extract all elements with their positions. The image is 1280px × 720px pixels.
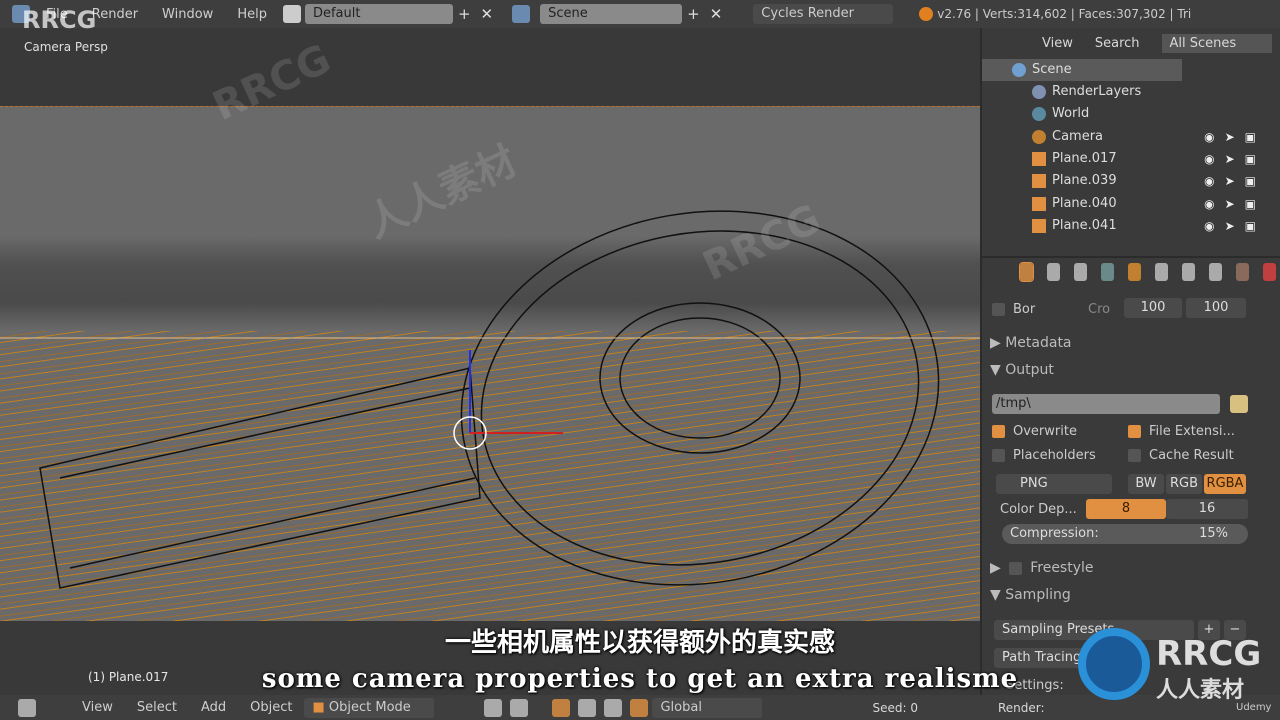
visibility-icons[interactable]: ◉➤▣ <box>1204 215 1266 237</box>
orientation-select[interactable]: Global <box>652 697 763 718</box>
overwrite-checkbox[interactable]: Overwrite <box>992 424 1077 439</box>
menu-select[interactable]: Select <box>125 700 189 715</box>
layout-icon[interactable] <box>282 5 301 23</box>
outliner-item-plane039[interactable]: Plane.039 ◉➤▣ <box>982 170 1280 192</box>
properties-tabs <box>982 258 1280 286</box>
constraints-tab-icon[interactable] <box>1155 263 1168 281</box>
menu-view[interactable]: View <box>70 700 125 715</box>
crop-label: Cro <box>1088 302 1111 317</box>
menu-add[interactable]: Add <box>189 700 238 715</box>
remove-layout-button[interactable]: ✕ <box>476 5 499 23</box>
outliner-item-renderlayers[interactable]: RenderLayers <box>982 81 1280 103</box>
visibility-icons[interactable]: ◉➤▣ <box>1204 170 1266 192</box>
remove-scene-button[interactable]: ✕ <box>705 5 728 23</box>
object-tab-icon[interactable] <box>1128 263 1141 281</box>
cache-result-checkbox[interactable]: Cache Result <box>1128 448 1234 463</box>
depth-16-button[interactable]: 16 <box>1166 499 1248 519</box>
time-remap-old[interactable]: 100 <box>1124 298 1182 318</box>
sampling-panel-header[interactable]: ▼ Sampling <box>990 587 1071 603</box>
rotate-icon[interactable] <box>604 698 623 717</box>
menu-file[interactable]: File <box>34 7 80 22</box>
viewport-title: Camera Persp <box>24 40 108 54</box>
menu-object[interactable]: Object <box>238 700 304 715</box>
file-format-select[interactable]: PNG <box>996 474 1112 494</box>
color-depth-label: Color Dep... <box>1000 502 1077 517</box>
outliner-display-select[interactable]: All Scenes <box>1161 33 1272 53</box>
border-checkbox[interactable] <box>992 303 1005 316</box>
manipulator-icon[interactable] <box>552 698 571 717</box>
compression-slider[interactable]: Compression: 15% <box>1002 524 1248 544</box>
visibility-icons[interactable]: ◉➤▣ <box>1204 148 1266 170</box>
outliner-item-world[interactable]: World <box>982 103 1280 125</box>
add-scene-button[interactable]: + <box>682 5 705 23</box>
scale-icon[interactable] <box>630 698 649 717</box>
add-layout-button[interactable]: + <box>453 5 476 23</box>
outliner-item-plane017[interactable]: Plane.017 ◉➤▣ <box>982 148 1280 170</box>
editor-type-icon[interactable] <box>18 698 36 717</box>
render-tab-icon[interactable] <box>1019 262 1034 282</box>
output-panel-header[interactable]: ▼ Output <box>990 362 1054 378</box>
translate-icon[interactable] <box>578 698 597 717</box>
metadata-panel-header[interactable]: ▶ Metadata <box>990 335 1072 351</box>
rrcg-logo-text: RRCG <box>1156 634 1262 674</box>
3d-cursor <box>771 447 793 469</box>
rgb-button[interactable]: RGB <box>1166 474 1202 494</box>
output-path-input[interactable]: /tmp\ <box>992 394 1220 414</box>
folder-icon[interactable] <box>1230 395 1248 413</box>
menu-window[interactable]: Window <box>150 7 225 22</box>
top-menu-bar: File Render Window Help Default + ✕ Scene… <box>0 0 1280 28</box>
info-icon[interactable] <box>12 5 30 23</box>
outliner-item-plane041[interactable]: Plane.041 ◉➤▣ <box>982 215 1280 237</box>
freestyle-panel-header[interactable]: ▶ Freestyle <box>990 560 1094 576</box>
mode-select[interactable]: ■ Object Mode <box>304 697 435 718</box>
outliner-item-camera[interactable]: Camera ◉➤▣ <box>982 126 1280 148</box>
3d-viewport[interactable]: Camera Persp (1) Plane.017 <box>0 28 980 695</box>
viewport-header: View Select Add Object ■ Object Mode Glo… <box>0 695 1280 720</box>
rrcg-logo-cn: 人人素材 <box>1156 678 1245 703</box>
pivot-icon[interactable] <box>510 698 529 717</box>
seed-field[interactable]: Seed: 0 <box>872 701 918 715</box>
visibility-icons[interactable]: ◉➤▣ <box>1204 193 1266 215</box>
menu-help[interactable]: Help <box>225 7 279 22</box>
time-remap-new[interactable]: 100 <box>1186 298 1246 318</box>
udemy-logo: Udemy <box>1236 702 1272 713</box>
border-label: Bor <box>1013 302 1036 317</box>
outliner-search-menu[interactable]: Search <box>1095 36 1140 51</box>
wireframe-model <box>0 210 980 589</box>
scene-field[interactable]: Scene <box>540 4 683 24</box>
layout-field[interactable]: Default <box>304 4 453 24</box>
modifiers-tab-icon[interactable] <box>1182 263 1195 281</box>
world-tab-icon[interactable] <box>1101 263 1114 281</box>
outliner-item-scene[interactable]: Scene <box>982 59 1182 81</box>
blender-logo-icon <box>919 7 934 21</box>
scene-stats: v2.76 | Verts:314,602 | Faces:307,302 | … <box>937 7 1192 21</box>
menu-render[interactable]: Render <box>80 7 150 22</box>
scene-icon[interactable] <box>512 5 531 23</box>
outliner-item-plane040[interactable]: Plane.040 ◉➤▣ <box>982 193 1280 215</box>
shading-icon[interactable] <box>484 698 503 717</box>
placeholders-checkbox[interactable]: Placeholders <box>992 448 1096 463</box>
render-engine-select[interactable]: Cycles Render <box>753 4 894 24</box>
depth-8-button[interactable]: 8 <box>1086 499 1166 519</box>
bw-button[interactable]: BW <box>1128 474 1164 494</box>
data-tab-icon[interactable] <box>1209 263 1222 281</box>
material-tab-icon[interactable] <box>1236 263 1249 281</box>
scene-tab-icon[interactable] <box>1074 263 1087 281</box>
rgba-button[interactable]: RGBA <box>1204 474 1246 494</box>
file-extensions-checkbox[interactable]: File Extensi... <box>1128 424 1235 439</box>
texture-tab-icon[interactable] <box>1263 263 1276 281</box>
render-samples-label: Render: <box>998 700 1045 715</box>
rrcg-logo <box>1078 628 1150 700</box>
visibility-icons[interactable]: ◉➤▣ <box>1204 126 1266 148</box>
outliner-view-menu[interactable]: View <box>1042 36 1073 51</box>
render-layers-tab-icon[interactable] <box>1047 263 1060 281</box>
outliner-panel: View Search All Scenes Scene RenderLayer… <box>982 28 1280 256</box>
